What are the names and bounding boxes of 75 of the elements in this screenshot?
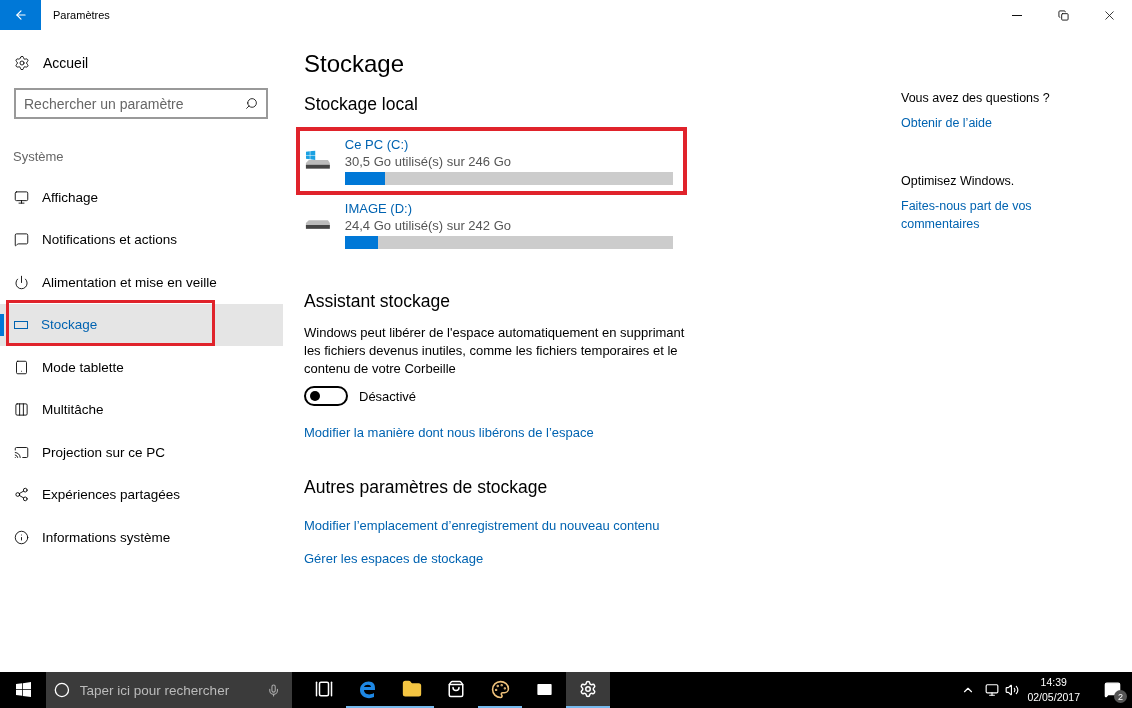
sidebar-item[interactable]: Expériences partagées — [0, 473, 283, 516]
info-icon — [14, 529, 29, 545]
display-icon — [14, 189, 29, 205]
settings-icon — [14, 55, 30, 71]
sidebar-item[interactable]: Affichage — [0, 176, 283, 219]
home-label: Accueil — [43, 55, 89, 71]
link[interactable]: Gérer les espaces de stockage — [304, 551, 484, 566]
task-view-icon — [315, 680, 333, 698]
drive-icon — [304, 220, 331, 230]
sidebar-item-label: Alimentation et mise en veille — [42, 274, 217, 290]
sidebar-item[interactable]: Projection sur ce PC — [0, 431, 283, 474]
search-circle-icon — [54, 681, 70, 699]
cast-icon — [14, 444, 29, 460]
sidebar-item[interactable]: Multitâche — [0, 388, 283, 431]
sidebar-item-label: Informations système — [42, 529, 171, 545]
sidebar-item-label: Affichage — [42, 189, 99, 205]
aside-heading: Optimisez Windows. — [901, 174, 1016, 188]
restore-icon — [1057, 9, 1069, 21]
drive-name: Ce PC (C:) — [344, 137, 410, 152]
sidebar-item-label: Projection sur ce PC — [42, 444, 166, 460]
taskbar-search-field[interactable]: Taper ici pour rechercher — [77, 681, 259, 699]
sidebar-item[interactable]: Notifications et actions — [0, 218, 283, 261]
notification-badge: 2 — [1114, 690, 1127, 703]
volume-icon[interactable] — [1005, 683, 1020, 697]
sidebar-item-label: Multitâche — [42, 402, 104, 418]
link[interactable]: Obtenir de l’aide — [901, 114, 1061, 132]
drive-usage: 24,4 Go utilisé(s) sur 242 Go — [344, 218, 512, 233]
sidebar-item[interactable]: Stockage — [0, 303, 283, 346]
minimize-icon — [1012, 14, 1022, 16]
aside-heading: Vous avez des questions ? — [901, 91, 1051, 105]
settings-icon — [579, 680, 597, 698]
search-icon — [245, 97, 258, 110]
window-title: Paramètres — [53, 9, 111, 21]
taskbar-search-box[interactable]: Taper ici pour rechercher — [46, 672, 292, 708]
description: Windows peut libérer de l'espace automatiquement en supprimant les fichiers devenus inutiles, comme les fichiers temporaires et le contenu de votre Corbeille — [304, 324, 686, 378]
sidebar-item-label: Notifications et actions — [42, 232, 178, 248]
sidebar-item[interactable]: Alimentation et mise en veille — [0, 261, 283, 304]
highlighted-drive-item[interactable]: Ce PC (C:) 30,5 Go utilisé(s) sur 246 Go — [298, 129, 685, 193]
section-heading: Assistant stockage — [304, 291, 451, 312]
palette-icon — [490, 679, 510, 699]
clock[interactable]: 14:39 02/05/2017 — [1027, 675, 1080, 705]
share-icon — [14, 487, 29, 503]
power-icon — [14, 274, 29, 290]
section-heading: Autres paramètres de stockage — [304, 477, 549, 498]
drive-name: IMAGE (D:) — [344, 201, 413, 216]
toggle-switch[interactable] — [304, 386, 348, 406]
taskbar-app-button[interactable] — [566, 672, 610, 708]
home-link[interactable]: Accueil — [0, 49, 283, 77]
drive-usage: 30,5 Go utilisé(s) sur 246 Go — [344, 154, 512, 169]
columns-icon — [14, 402, 29, 418]
sidebar-item-label: Expériences partagées — [42, 487, 181, 503]
drive-icon — [14, 320, 28, 329]
folder-icon — [402, 679, 422, 699]
page-title: Stockage — [304, 50, 406, 78]
system-drive-icon — [304, 150, 331, 172]
link[interactable]: Modifier la manière dont nous libérons de l’espace — [304, 425, 594, 440]
tablet-icon — [14, 359, 29, 375]
section-heading: Système — [13, 149, 65, 164]
search-box[interactable]: Rechercher un paramètre — [14, 88, 268, 119]
link[interactable]: Faites-nous part de vos commentaires — [901, 197, 1061, 233]
speech-bubble-icon — [14, 232, 29, 248]
link[interactable]: Modifier l’emplacement d’enregistrement du nouveau contenu — [304, 518, 660, 533]
browser-icon — [358, 679, 378, 699]
notification-button[interactable]: 2 — [1092, 672, 1132, 708]
sidebar-item[interactable]: Mode tablette — [0, 346, 283, 389]
shopping-bag-icon — [447, 680, 465, 698]
drive-item[interactable]: IMAGE (D:) 24,4 Go utilisé(s) sur 242 Go — [298, 193, 685, 257]
sidebar-item-label: Stockage — [41, 317, 98, 333]
windows-logo-icon — [15, 681, 31, 697]
toggle-label: Désactivé — [359, 388, 417, 404]
network-icon[interactable] — [985, 683, 1000, 697]
microphone-icon — [266, 682, 280, 698]
sidebar-item[interactable]: Informations système — [0, 516, 283, 559]
sidebar-item-label: Mode tablette — [42, 359, 124, 375]
section-heading: Stockage local — [304, 94, 419, 115]
